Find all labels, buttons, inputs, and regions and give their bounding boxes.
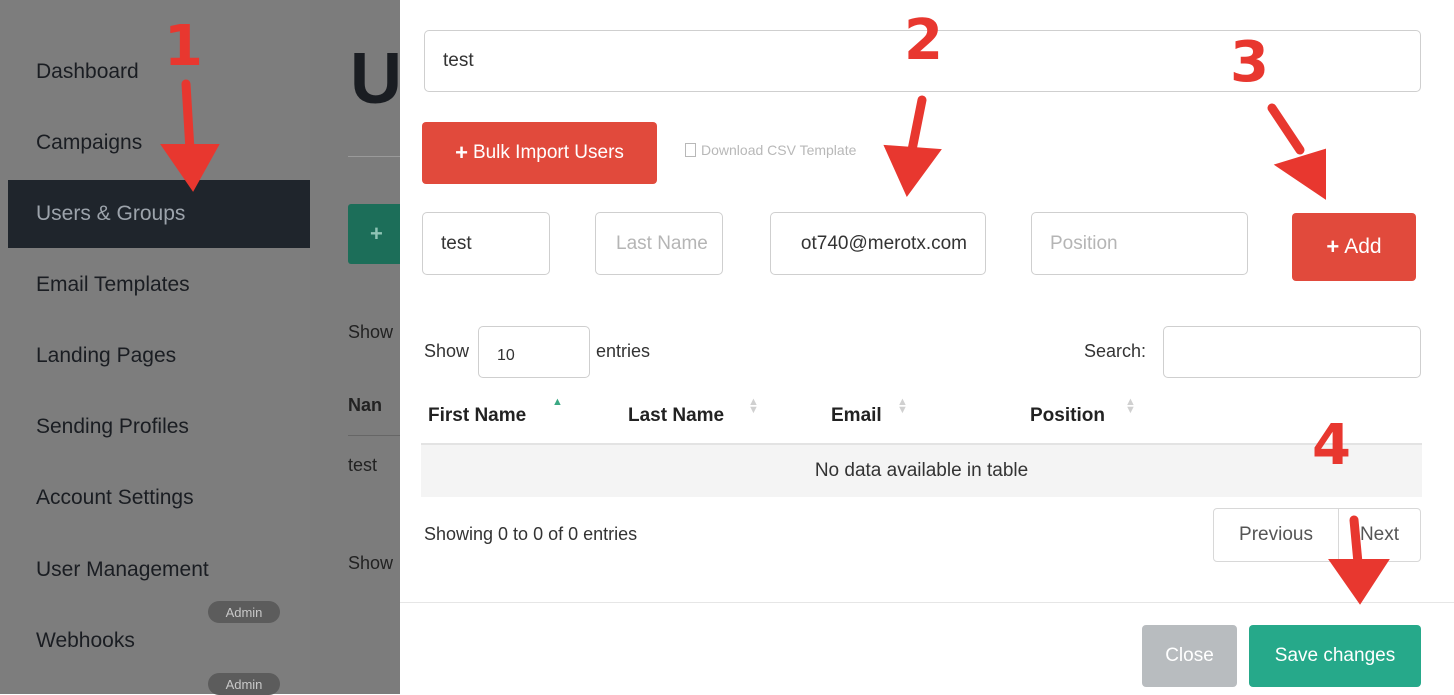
arrow-3-head [1273, 148, 1326, 200]
annotation-arrows [160, 79, 1390, 605]
arrow-4 [1349, 515, 1363, 568]
arrow-4-head [1328, 559, 1390, 605]
arrow-2-head [883, 144, 942, 197]
arrow-3 [1267, 103, 1305, 155]
arrow-1-head [160, 144, 220, 192]
arrow-2 [907, 95, 927, 155]
arrow-1 [181, 79, 195, 155]
